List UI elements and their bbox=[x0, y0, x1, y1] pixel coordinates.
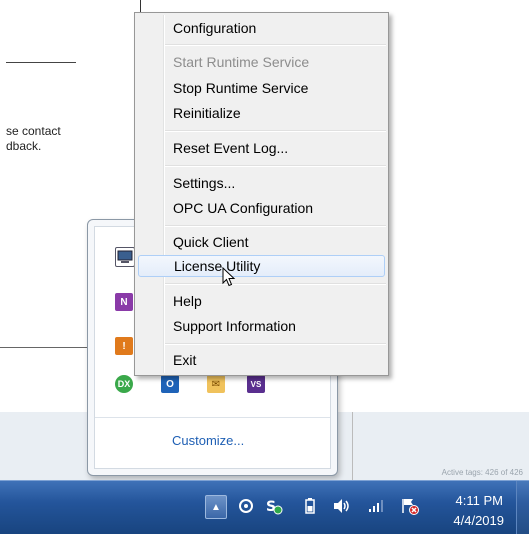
clock-time[interactable]: 4:11 PM bbox=[456, 493, 503, 508]
menu-item-settings[interactable]: Settings... bbox=[137, 172, 386, 194]
show-desktop-button[interactable] bbox=[516, 481, 529, 534]
dx-icon[interactable]: DX bbox=[115, 375, 133, 393]
menu-separator bbox=[165, 283, 386, 285]
mouse-cursor-icon bbox=[222, 267, 236, 287]
menu-item-support-information[interactable]: Support Information bbox=[137, 315, 386, 337]
flyout-separator bbox=[95, 417, 330, 418]
vs-icon[interactable]: VS bbox=[247, 375, 265, 393]
volume-icon[interactable] bbox=[332, 495, 352, 517]
action-center-flag-icon[interactable] bbox=[400, 495, 420, 517]
menu-item-stop-runtime-service[interactable]: Stop Runtime Service bbox=[137, 77, 386, 99]
battery-icon[interactable] bbox=[300, 495, 320, 517]
menu-item-start-runtime-service: Start Runtime Service bbox=[173, 54, 310, 70]
outlook-icon[interactable]: O bbox=[161, 375, 179, 393]
menu-separator bbox=[165, 165, 386, 167]
menu-item-configuration[interactable]: Configuration bbox=[137, 17, 386, 39]
customize-link[interactable]: Customize... bbox=[172, 433, 244, 448]
menu-item-exit[interactable]: Exit bbox=[137, 349, 386, 371]
camera-icon[interactable] bbox=[236, 495, 256, 517]
mail-icon[interactable]: ✉ bbox=[207, 375, 225, 393]
alert-icon[interactable]: ! bbox=[115, 337, 133, 355]
menu-separator bbox=[165, 225, 386, 227]
taskbar: ▲ S 4:11 PM 4/4/2019 bbox=[0, 480, 529, 534]
background-rule-lower bbox=[0, 347, 92, 348]
menu-item-license-utility[interactable]: License Utility bbox=[138, 255, 385, 277]
menu-item-quick-client[interactable]: Quick Client bbox=[137, 231, 386, 253]
background-rule bbox=[6, 62, 76, 63]
background-vline bbox=[352, 412, 353, 480]
kepserver-icon[interactable] bbox=[115, 247, 135, 267]
network-signal-icon[interactable] bbox=[366, 495, 386, 517]
menu-separator bbox=[165, 44, 386, 46]
runtime-service-icon[interactable]: S bbox=[264, 495, 284, 517]
context-menu: Configuration Start Runtime Service Stop… bbox=[134, 12, 389, 376]
menu-item-opc-ua-configuration[interactable]: OPC UA Configuration bbox=[137, 197, 386, 219]
menu-item-reinitialize[interactable]: Reinitialize bbox=[137, 102, 386, 124]
menu-separator bbox=[165, 343, 386, 345]
show-hidden-icons-button[interactable]: ▲ bbox=[205, 495, 227, 519]
onenote-icon[interactable]: N bbox=[115, 293, 133, 311]
menu-item-help[interactable]: Help bbox=[137, 290, 386, 312]
background-status-text: Active tags: 426 of 426 bbox=[441, 468, 523, 477]
background-text-line1: se contact bbox=[6, 124, 61, 138]
menu-separator bbox=[165, 130, 386, 132]
clock-date[interactable]: 4/4/2019 bbox=[453, 513, 504, 528]
background-text-line2: dback. bbox=[6, 139, 42, 153]
menu-item-reset-event-log[interactable]: Reset Event Log... bbox=[137, 137, 386, 159]
